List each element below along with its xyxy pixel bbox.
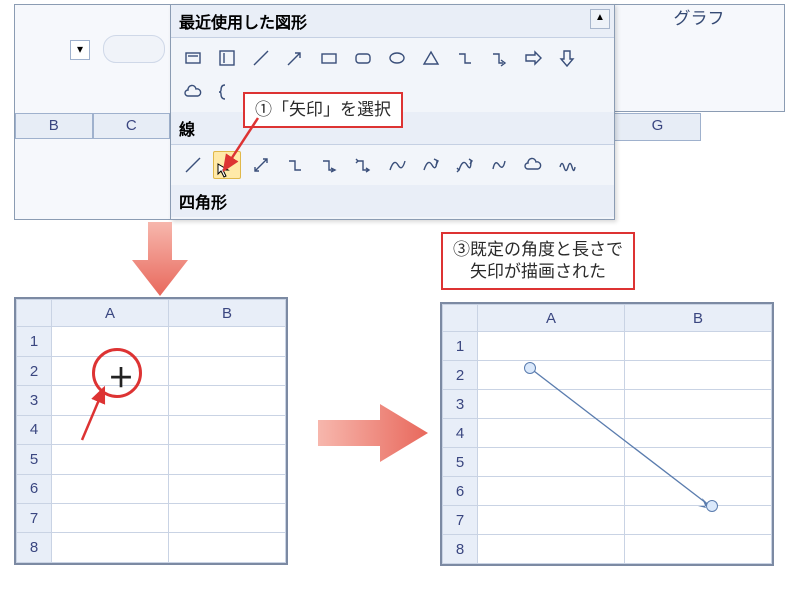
col-B-right[interactable]: B [625, 305, 772, 332]
line-elbow-arrow-icon[interactable] [315, 151, 343, 179]
shape-arrow-icon[interactable] [281, 44, 309, 72]
col-B-left[interactable]: B [169, 300, 286, 327]
cell[interactable] [625, 535, 772, 564]
shape-line-icon[interactable] [247, 44, 275, 72]
callout-3-line1: ③既定の角度と長さで [453, 240, 623, 259]
row-2-right[interactable]: 2 [443, 361, 478, 390]
cell[interactable] [52, 415, 169, 444]
row-1-left[interactable]: 1 [17, 327, 52, 356]
line-arrow-icon[interactable] [213, 151, 241, 179]
select-all-left[interactable] [17, 300, 52, 327]
cell[interactable] [169, 356, 286, 385]
ribbon-dropdown[interactable]: ▾ [70, 40, 90, 60]
section-recent-shapes: 最近使用した図形 [171, 5, 614, 38]
cell[interactable] [169, 415, 286, 444]
line-elbow-dbl-icon[interactable] [349, 151, 377, 179]
shape-ellipse-icon[interactable] [383, 44, 411, 72]
select-all-right[interactable] [443, 305, 478, 332]
line-freeform-closed-icon[interactable] [519, 151, 547, 179]
shape-cloud-icon[interactable] [179, 78, 207, 106]
shape-elbow-icon[interactable] [451, 44, 479, 72]
cell[interactable] [169, 533, 286, 563]
col-header-G[interactable]: G [614, 113, 701, 141]
row-6-left[interactable]: 6 [17, 474, 52, 503]
row-3-left[interactable]: 3 [17, 386, 52, 415]
line-curve-arrow-icon[interactable] [417, 151, 445, 179]
flow-arrow-right-icon [318, 402, 428, 464]
col-A-left[interactable]: A [52, 300, 169, 327]
row-5-right[interactable]: 5 [443, 448, 478, 477]
cell[interactable] [52, 504, 169, 533]
shape-roundrect-icon[interactable] [349, 44, 377, 72]
col-header-B[interactable]: B [15, 113, 93, 139]
row-7-right[interactable]: 7 [443, 506, 478, 535]
callout-3-line2: 矢印が描画された [470, 262, 606, 281]
row-1-right[interactable]: 1 [443, 332, 478, 361]
row-3-right[interactable]: 3 [443, 390, 478, 419]
row-8-left[interactable]: 8 [17, 533, 52, 563]
col-A-right[interactable]: A [478, 305, 625, 332]
col-header-C[interactable]: C [93, 113, 171, 139]
cell[interactable] [478, 332, 625, 361]
shape-textbox-vert-icon[interactable] [213, 44, 241, 72]
cell[interactable] [169, 474, 286, 503]
shape-block-arrow-right-icon[interactable] [519, 44, 547, 72]
cell[interactable] [169, 386, 286, 415]
callout-3: ③既定の角度と長さで 矢印が描画された [441, 232, 635, 290]
line-curve-icon[interactable] [383, 151, 411, 179]
flow-arrow-down-icon [130, 222, 190, 296]
row-4-left[interactable]: 4 [17, 415, 52, 444]
shape-brace-icon[interactable] [213, 78, 241, 106]
section-rectangles: 四角形 [171, 185, 614, 217]
shape-triangle-icon[interactable] [417, 44, 445, 72]
row-7-left[interactable]: 7 [17, 504, 52, 533]
red-indicator-circle [92, 348, 142, 398]
row-5-left[interactable]: 5 [17, 445, 52, 474]
line-freeform-open-icon[interactable] [485, 151, 513, 179]
row-2-left[interactable]: 2 [17, 356, 52, 385]
line-plain-icon[interactable] [179, 151, 207, 179]
line-elbow-icon[interactable] [281, 151, 309, 179]
row-6-right[interactable]: 6 [443, 477, 478, 506]
shape-elbow-arrow-icon[interactable] [485, 44, 513, 72]
cell[interactable] [52, 445, 169, 474]
ribbon-left-fragment: ▾ B C [14, 4, 170, 220]
row-8-right[interactable]: 8 [443, 535, 478, 564]
ribbon-right-fragment: グラフ G [614, 4, 785, 112]
shape-block-arrow-down-icon[interactable] [553, 44, 581, 72]
cell[interactable] [169, 445, 286, 474]
row-4-right[interactable]: 4 [443, 419, 478, 448]
line-double-arrow-icon[interactable] [247, 151, 275, 179]
callout-1: ①「矢印」を選択 [243, 92, 403, 128]
cell[interactable] [625, 332, 772, 361]
cell[interactable] [169, 327, 286, 356]
line-curve-dbl-icon[interactable] [451, 151, 479, 179]
worksheet-left[interactable]: A B 1 2 3 4 5 6 7 8 [14, 297, 288, 565]
shape-rect-icon[interactable] [315, 44, 343, 72]
cell[interactable] [169, 504, 286, 533]
ribbon-group-graph[interactable]: グラフ [614, 5, 784, 33]
shape-handle-end[interactable] [706, 500, 718, 512]
shape-textbox-icon[interactable] [179, 44, 207, 72]
shape-handle-start[interactable] [524, 362, 536, 374]
line-scribble-icon[interactable] [553, 151, 581, 179]
lines-row [171, 145, 614, 185]
gallery-scroll-up[interactable]: ▲ [590, 9, 610, 29]
cell[interactable] [52, 533, 169, 563]
cell[interactable] [478, 535, 625, 564]
ribbon-pill[interactable] [103, 35, 165, 63]
cell[interactable] [52, 474, 169, 503]
